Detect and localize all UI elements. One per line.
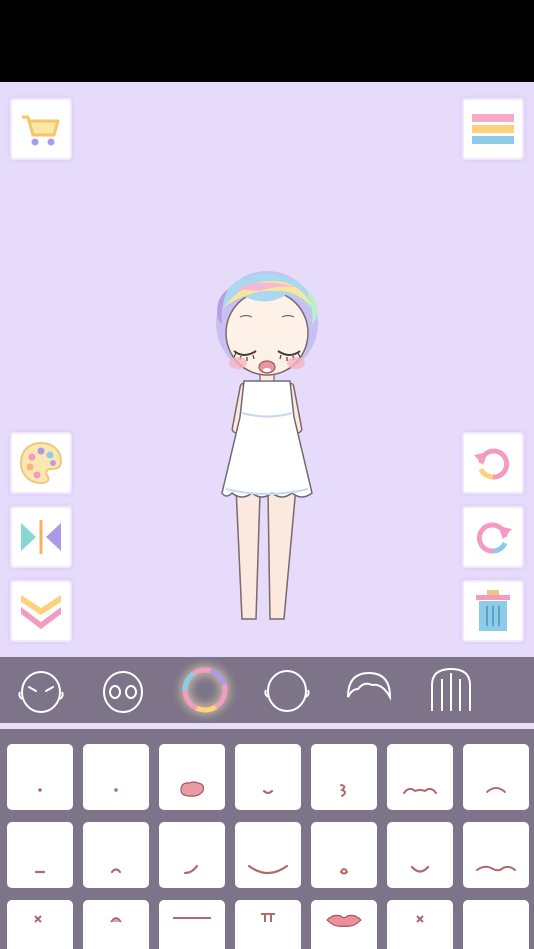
mouth-option-v-small[interactable] (387, 822, 453, 888)
dressup-stage (0, 82, 534, 657)
mouth-x-small-icon (416, 915, 424, 923)
mouth-dot-small-icon (114, 788, 118, 792)
back-hair-icon (506, 663, 534, 717)
mouth-option-oval[interactable] (311, 822, 377, 888)
mouth-wide-smile-icon (247, 864, 289, 875)
category-tab-bar (0, 657, 534, 723)
mouth-option-stand[interactable] (235, 900, 301, 949)
chevron-double-down-icon (21, 595, 61, 629)
shop-button[interactable] (12, 100, 70, 158)
tab-head-shape[interactable] (246, 659, 328, 721)
mouth-v-small-icon (410, 865, 430, 873)
mouth-option-smile-small[interactable] (235, 744, 301, 810)
mouth-option-wide-smile[interactable] (235, 822, 301, 888)
mouth-options-grid (7, 744, 529, 949)
eyes-icon (103, 671, 143, 713)
mouth-flat-line-icon (173, 917, 211, 919)
mouth-option-plain[interactable] (463, 900, 529, 949)
mouth-stand-icon (261, 913, 275, 922)
character-doll[interactable] (206, 267, 328, 632)
face-icon (18, 671, 64, 713)
menu-icon (472, 114, 514, 144)
mouth-option-curly[interactable] (311, 744, 377, 810)
tab-face[interactable] (0, 659, 82, 721)
mouth-frown-arc-icon (486, 787, 506, 793)
mouth-x-mark-icon (34, 915, 42, 923)
mouth-smirk-icon (183, 864, 199, 875)
trash-icon (476, 590, 510, 631)
head-shape-icon (264, 670, 310, 712)
hair-icon (431, 667, 471, 711)
mouth-tongue-icon (110, 917, 122, 923)
mouth-option-flat-line[interactable] (159, 900, 225, 949)
mirror-flip-icon (21, 520, 61, 554)
mouth-ring-icon (182, 667, 228, 713)
mouth-option-heart-lips[interactable] (311, 900, 377, 949)
tab-back-hair[interactable] (492, 659, 534, 721)
mouth-option-wide-frown[interactable] (387, 744, 453, 810)
mouth-smile-small-icon (262, 789, 274, 795)
mouth-dash-icon (34, 870, 46, 874)
mouth-option-frown-arc[interactable] (463, 744, 529, 810)
top-black-bar (0, 0, 534, 82)
mouth-heart-lips-icon (326, 914, 362, 927)
color-palette-button[interactable] (12, 434, 70, 492)
redo-icon (476, 522, 512, 554)
mouth-option-wavy[interactable] (463, 822, 529, 888)
mouth-option-open-pink[interactable] (159, 744, 225, 810)
mouth-oval-icon (339, 868, 349, 875)
tab-mouth[interactable] (164, 659, 246, 721)
redo-button[interactable] (464, 508, 522, 566)
mouth-curly-icon (339, 784, 346, 797)
mouth-wavy-icon (476, 865, 516, 872)
mouth-option-tongue[interactable] (83, 900, 149, 949)
mouth-option-caret[interactable] (83, 822, 149, 888)
undo-icon (474, 448, 510, 480)
mouth-option-x-mark[interactable] (7, 900, 73, 949)
tab-bangs[interactable] (328, 659, 410, 721)
delete-button[interactable] (464, 582, 522, 640)
flip-button[interactable] (12, 508, 70, 566)
bangs-icon (347, 671, 392, 701)
menu-button[interactable] (464, 100, 522, 158)
shopping-cart-icon (22, 115, 60, 146)
mouth-option-dash[interactable] (7, 822, 73, 888)
collapse-button[interactable] (12, 582, 70, 640)
palette-icon (19, 441, 63, 485)
mouth-dot-small-icon (38, 788, 42, 792)
mouth-option-dot-small[interactable] (7, 744, 73, 810)
mouth-options-panel (0, 729, 534, 949)
mouth-option-dot-small[interactable] (83, 744, 149, 810)
mouth-option-smirk[interactable] (159, 822, 225, 888)
tab-eyes[interactable] (82, 659, 164, 721)
mouth-open-pink-icon (180, 781, 205, 797)
tab-hair[interactable] (410, 659, 492, 721)
mouth-option-x-small[interactable] (387, 900, 453, 949)
mouth-caret-icon (110, 868, 122, 874)
undo-button[interactable] (464, 434, 522, 492)
mouth-plain-icon (463, 900, 529, 949)
mouth-wide-frown-icon (403, 787, 437, 794)
